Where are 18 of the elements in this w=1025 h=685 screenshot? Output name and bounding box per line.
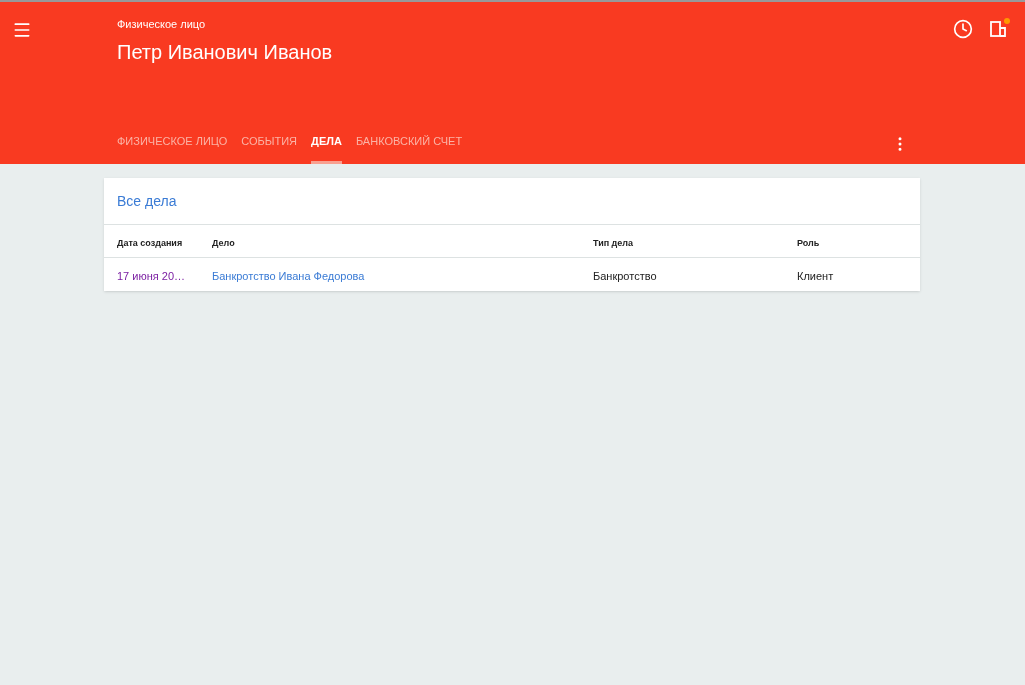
header-title: Петр Иванович Иванов [117,39,333,65]
clock-icon[interactable] [953,19,973,39]
header-subtitle: Физическое лицо [117,17,206,32]
tab[interactable]: ДЕЛА [311,122,342,164]
case-link[interactable]: 17 июня 20… [117,269,185,282]
card-title: Все дела [117,191,177,211]
column-header: Дело [212,238,235,248]
table-cell: Клиент [797,269,834,282]
table-cell: Банкротство [593,269,657,282]
column-header: Тип дела [593,238,634,248]
column-header: Дата создания [117,238,183,248]
tab[interactable]: БАНКОВСКИЙ СЧЕТ [355,122,463,164]
panel-icon[interactable] [989,19,1009,39]
tab[interactable]: СОБЫТИЯ [241,122,298,164]
menu-icon[interactable] [12,20,32,40]
column-header: Роль [797,238,820,248]
tab[interactable]: ФИЗИЧЕСКОЕ ЛИЦО [117,122,228,164]
case-link[interactable]: Банкротство Ивана Федорова [212,269,365,282]
